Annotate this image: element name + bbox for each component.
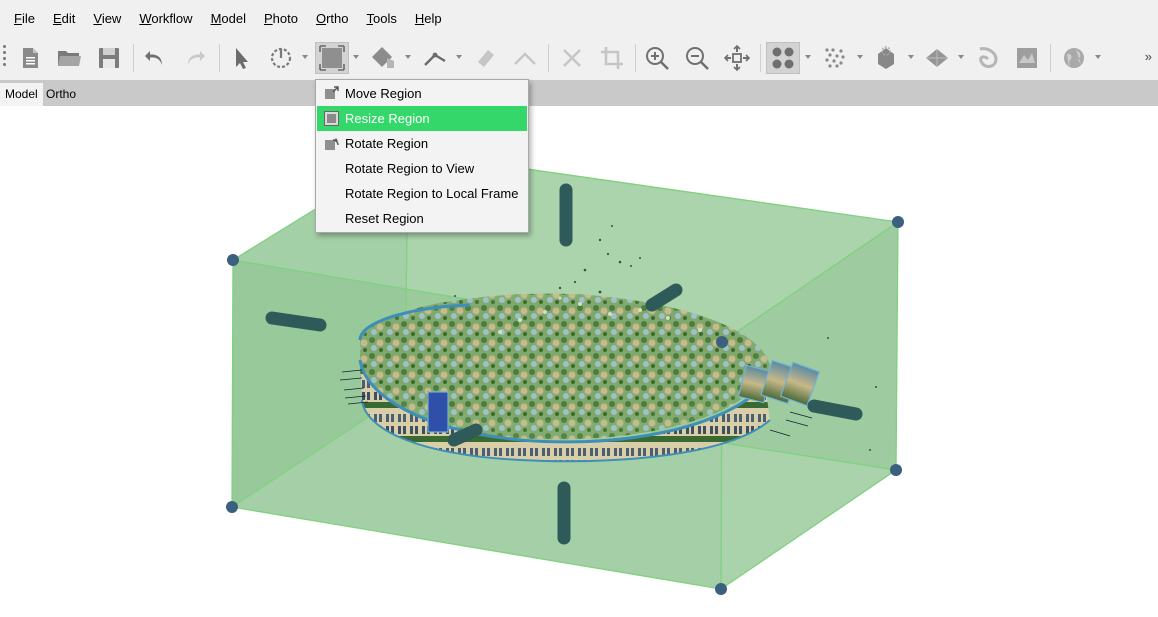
zoom-in-icon[interactable] (640, 42, 674, 74)
menu-view[interactable]: View (84, 0, 130, 37)
region-tool-menu: Move Region Resize Region Rotate Region … (315, 79, 529, 233)
menu-item-rotate-region-to-view[interactable]: Rotate Region to View (317, 156, 527, 181)
rotate-region-icon (325, 138, 339, 150)
tiled-dropdown-arrow-icon[interactable] (907, 53, 915, 61)
save-icon[interactable] (92, 42, 126, 74)
point-cloud-view-icon[interactable] (766, 42, 800, 74)
redo-icon[interactable] (178, 42, 212, 74)
region-dropdown-arrow-icon[interactable] (352, 53, 360, 61)
dense-dropdown-arrow-icon[interactable] (856, 53, 864, 61)
resize-region-tool-icon[interactable] (315, 42, 349, 74)
shapes-icon[interactable] (970, 42, 1004, 74)
toolbar-overflow-icon[interactable]: » (1145, 49, 1152, 64)
menu-item-rotate-region-to-local-frame[interactable]: Rotate Region to Local Frame (317, 181, 527, 206)
tab-model[interactable]: Model (0, 83, 43, 106)
rotate-object-icon[interactable] (264, 42, 298, 74)
menu-photo[interactable]: Photo (255, 0, 307, 37)
zoom-out-icon[interactable] (680, 42, 714, 74)
open-folder-icon[interactable] (52, 42, 86, 74)
navigation-arrow-icon[interactable] (224, 42, 258, 74)
polyline-icon[interactable] (508, 42, 542, 74)
globe-icon[interactable] (1057, 42, 1091, 74)
main-toolbar: » (0, 37, 1158, 80)
menu-item-label: Reset Region (345, 211, 424, 226)
resize-region-icon (324, 111, 339, 126)
model-viewport[interactable] (0, 106, 1158, 617)
menu-edit[interactable]: Edit (44, 0, 84, 37)
dense-cloud-view-icon[interactable] (818, 42, 852, 74)
mesh-dropdown-arrow-icon[interactable] (957, 53, 965, 61)
delete-x-icon[interactable] (555, 42, 589, 74)
menu-item-reset-region[interactable]: Reset Region (317, 206, 527, 231)
menu-ortho[interactable]: Ortho (307, 0, 358, 37)
menu-workflow[interactable]: Workflow (130, 0, 201, 37)
measure-dropdown-arrow-icon[interactable] (455, 53, 463, 61)
globe-dropdown-arrow-icon[interactable] (1094, 53, 1102, 61)
menu-item-label: Rotate Region (345, 136, 429, 151)
menu-item-rotate-region[interactable]: Rotate Region (317, 131, 527, 156)
orthomosaic-icon[interactable] (1010, 42, 1044, 74)
toolbar-grip-icon[interactable] (3, 45, 7, 71)
move-region-icon (325, 86, 339, 99)
menu-item-label: Move Region (345, 86, 422, 101)
tiled-model-icon[interactable] (869, 42, 903, 74)
undo-icon[interactable] (138, 42, 172, 74)
ruler-measure-icon[interactable] (418, 42, 452, 74)
crop-icon[interactable] (595, 42, 629, 74)
reset-view-icon[interactable] (720, 42, 754, 74)
eraser-icon[interactable] (469, 42, 503, 74)
mesh-model-icon[interactable] (920, 42, 954, 74)
menu-item-label: Rotate Region to Local Frame (345, 186, 519, 201)
menu-item-label: Rotate Region to View (345, 161, 475, 176)
selection-shape-icon[interactable] (366, 42, 400, 74)
menu-model[interactable]: Model (202, 0, 255, 37)
selection-dropdown-arrow-icon[interactable] (404, 53, 412, 61)
menu-tools[interactable]: Tools (358, 0, 406, 37)
menu-file[interactable]: File (5, 0, 44, 37)
rotate-dropdown-arrow-icon[interactable] (301, 53, 309, 61)
new-document-icon[interactable] (13, 42, 47, 74)
scene-3d (226, 151, 904, 595)
points-dropdown-arrow-icon[interactable] (804, 53, 812, 61)
menu-item-move-region[interactable]: Move Region (317, 81, 527, 106)
menu-help[interactable]: Help (406, 0, 451, 37)
view-tab-bar: Model Ortho (0, 80, 1158, 106)
menu-item-resize-region[interactable]: Resize Region (317, 106, 527, 131)
menu-item-label: Resize Region (345, 111, 430, 126)
tab-ortho[interactable]: Ortho (41, 83, 81, 106)
menu-bar: File Edit View Workflow Model Photo Orth… (0, 0, 1158, 37)
